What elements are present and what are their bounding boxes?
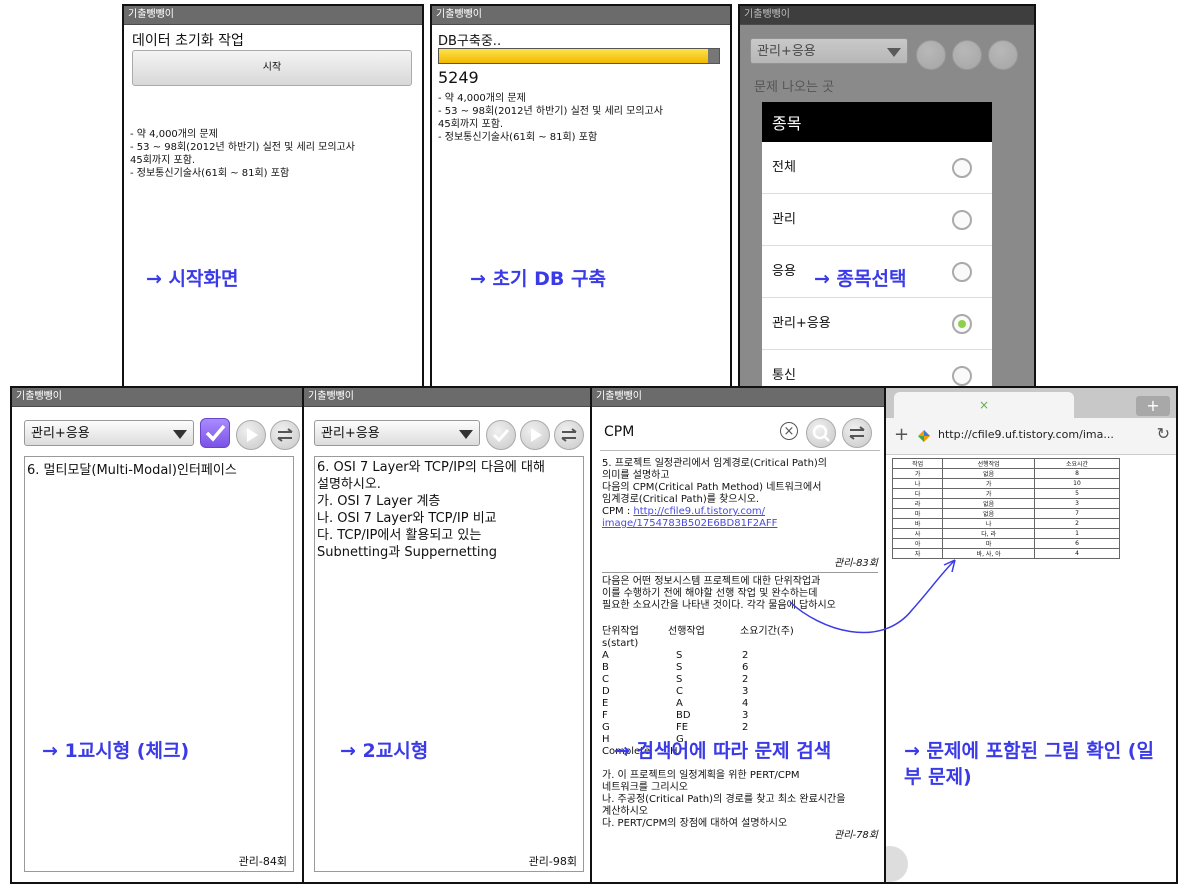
connector-arrow [789, 559, 956, 634]
